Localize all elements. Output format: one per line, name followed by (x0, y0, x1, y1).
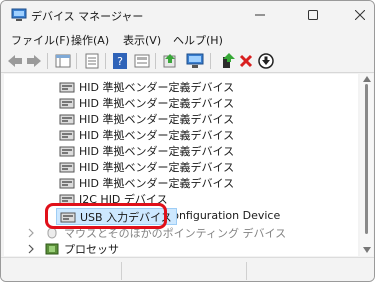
tree-item-hid-vendor[interactable]: HID 準拠ベンダー定義デバイス (59, 127, 234, 143)
uninstall-icon (239, 54, 253, 68)
forward-button[interactable] (25, 52, 43, 70)
maximize-icon (308, 10, 318, 20)
forward-icon (27, 55, 41, 67)
hid-device-icon (59, 162, 75, 173)
tree-item-label: HID 準拠ベンダー定義デバイス (79, 161, 235, 174)
status-divider (246, 262, 247, 280)
toolbar: ? (1, 49, 374, 73)
tree-item-hid-vendor[interactable]: HID 準拠ベンダー定義デバイス (59, 111, 234, 127)
menu-file[interactable]: ファイル(F) (11, 32, 70, 48)
tree-item-hid-vendor[interactable]: HID 準拠ベンダー定義デバイス (59, 175, 234, 191)
enable-device-icon (223, 53, 235, 68)
tree-item-label: HID 準拠ベンダー定義デバイス (79, 97, 235, 110)
tree-item-hid-vendor[interactable]: HID 準拠ベンダー定義デバイス (59, 95, 234, 111)
mouse-icon (47, 227, 57, 239)
toolbar-separator (47, 53, 48, 69)
menu-view[interactable]: 表示(V) (123, 32, 161, 48)
menu-bar: ファイル(F) 操作(A) 表示(V) ヘルプ(H) (1, 29, 374, 49)
scroll-down-icon[interactable] (363, 247, 371, 253)
scan-hardware-icon (186, 53, 204, 68)
tree-item-label: HID 準拠ベンダー定義デバイス (79, 81, 235, 94)
tree-category-mouse[interactable]: マウスとそのほかのポインティング デバイス (26, 225, 286, 241)
minimize-button[interactable] (237, 1, 283, 29)
hid-device-icon (59, 98, 75, 109)
chevron-right-icon (28, 244, 34, 254)
menu-help[interactable]: ヘルプ(H) (173, 32, 223, 48)
back-button[interactable] (6, 52, 24, 70)
close-button[interactable] (337, 1, 374, 29)
toolbar-separator (155, 53, 156, 69)
tree-item-i2c-hid[interactable]: I2C HID デバイス (59, 191, 168, 207)
toolbar-separator (76, 53, 77, 69)
hid-device-icon (59, 194, 75, 205)
tree-item-label: プロセッサ (64, 243, 119, 256)
details-icon (134, 54, 150, 68)
properties-icon (85, 53, 99, 69)
minimize-icon (255, 14, 265, 16)
status-divider (121, 262, 122, 280)
show-hide-button[interactable] (54, 52, 72, 70)
device-manager-window: デバイス マネージャー ファイル(F) 操作(A) 表示(V) ヘルプ(H) ?… (0, 0, 375, 282)
chevron-right-icon (28, 228, 34, 238)
window-title: デバイス マネージャー (31, 10, 144, 23)
scroll-up-icon[interactable] (363, 76, 371, 82)
hid-device-icon (59, 146, 75, 157)
show-hide-icon (55, 54, 71, 68)
tree-item-label: HID 準拠ベンダー定義デバイス (79, 177, 235, 190)
properties-button[interactable] (83, 52, 101, 70)
tree-item-usb-input-selected[interactable]: USB 入力デバイス (56, 208, 177, 225)
status-bar (1, 257, 374, 281)
title-bar: デバイス マネージャー (1, 1, 374, 29)
toolbar-separator (210, 53, 211, 69)
close-icon (355, 10, 365, 20)
hid-device-icon (60, 212, 76, 222)
device-tree[interactable]: HID 準拠ベンダー定義デバイス HID 準拠ベンダー定義デバイス HID 準拠… (4, 74, 358, 256)
back-icon (8, 55, 22, 67)
processor-icon (45, 243, 59, 255)
download-icon (258, 53, 274, 69)
update-driver-button[interactable] (161, 52, 179, 70)
tree-item-hid-vendor[interactable]: HID 準拠ベンダー定義デバイス (59, 79, 234, 95)
hid-device-icon (59, 130, 75, 141)
help-icon: ? (113, 53, 127, 69)
tree-category-processor[interactable]: プロセッサ (26, 241, 119, 256)
tree-item-label: I2C HID デバイス (79, 193, 168, 206)
svg-text:?: ? (117, 55, 123, 68)
tree-item-label: HID 準拠ベンダー定義デバイス (79, 113, 235, 126)
tree-item-label: マウスとそのほかのポインティング デバイス (64, 227, 287, 240)
toolbar-separator (105, 53, 106, 69)
maximize-button[interactable] (290, 1, 336, 29)
enable-device-button[interactable] (219, 52, 237, 70)
device-manager-icon (11, 8, 27, 21)
tree-item-hid-vendor[interactable]: HID 準拠ベンダー定義デバイス (59, 159, 234, 175)
hid-device-icon (59, 114, 75, 125)
hid-device-icon (59, 82, 75, 93)
update-driver-icon (163, 54, 176, 68)
scroll-thumb[interactable] (365, 84, 368, 234)
scan-hardware-button[interactable] (186, 52, 204, 70)
hid-device-icon (59, 178, 75, 189)
download-button[interactable] (257, 52, 275, 70)
vertical-scrollbar[interactable] (360, 74, 373, 256)
tree-item-label: HID 準拠ベンダー定義デバイス (79, 129, 235, 142)
tree-item-label: USB 入力デバイス (80, 210, 172, 224)
menu-action[interactable]: 操作(A) (71, 32, 109, 48)
tree-item-label: HID 準拠ベンダー定義デバイス (79, 145, 235, 158)
help-button[interactable]: ? (111, 52, 129, 70)
tree-item-hid-vendor[interactable]: HID 準拠ベンダー定義デバイス (59, 143, 234, 159)
details-button[interactable] (133, 52, 151, 70)
uninstall-button[interactable] (237, 52, 255, 70)
